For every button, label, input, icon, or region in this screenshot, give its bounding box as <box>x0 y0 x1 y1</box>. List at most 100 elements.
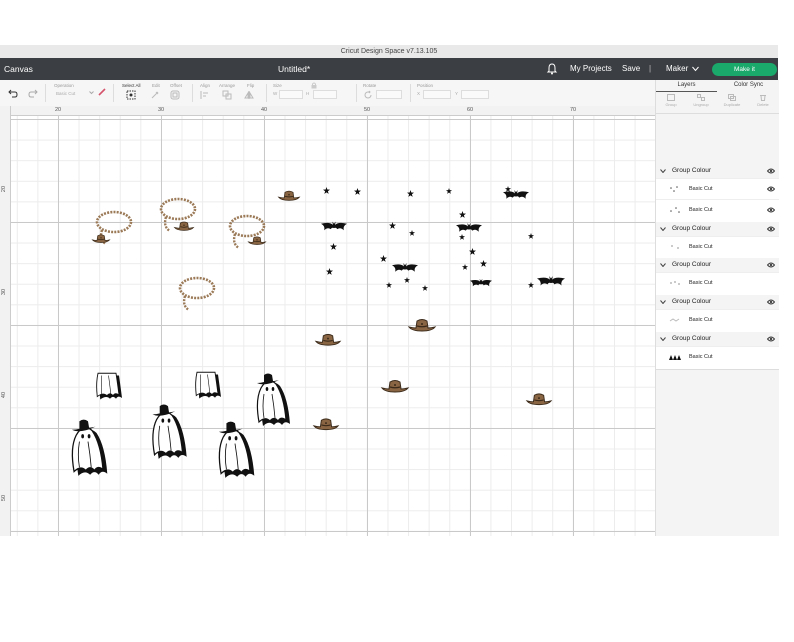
layer-group-header[interactable]: Group Colour <box>656 295 779 309</box>
save-button[interactable]: Save <box>622 58 640 80</box>
bat-image[interactable] <box>470 278 492 289</box>
layer-group-header[interactable]: Group Colour <box>656 258 779 272</box>
width-input[interactable] <box>279 90 303 99</box>
layer-row[interactable]: Basic Cut <box>656 199 779 220</box>
cowboy-hat-image[interactable] <box>314 332 342 347</box>
eye-icon[interactable] <box>767 262 775 268</box>
layer-group-header[interactable]: Group Colour <box>656 222 779 236</box>
make-it-button[interactable]: Make it <box>712 63 777 76</box>
rotate-icon[interactable] <box>363 90 373 100</box>
chevron-down-icon[interactable] <box>660 227 666 231</box>
redo-icon[interactable] <box>28 88 38 98</box>
star-image[interactable] <box>326 268 333 275</box>
flip-icon[interactable] <box>244 90 254 100</box>
star-image[interactable] <box>380 255 387 262</box>
chevron-down-icon[interactable] <box>660 263 666 267</box>
bat-image[interactable] <box>537 275 565 289</box>
layer-row[interactable]: Basic Cut <box>656 236 779 257</box>
lasso-rope-image[interactable] <box>226 212 268 252</box>
star-image[interactable] <box>354 188 361 195</box>
cowboy-hat-image[interactable] <box>525 391 553 407</box>
layer-group[interactable]: Group Colour Basic Cut <box>656 258 779 296</box>
layer-row[interactable]: Basic Cut <box>656 178 779 199</box>
cowboy-hat-image[interactable] <box>407 317 437 333</box>
tab-color-sync[interactable]: Color Sync <box>718 80 779 91</box>
ghost-with-hat-image[interactable] <box>145 403 191 461</box>
eye-icon[interactable] <box>767 226 775 232</box>
ghost-image[interactable] <box>183 370 229 400</box>
layer-group[interactable]: Group Colour Basic Cut Basic Cut <box>656 164 779 223</box>
star-image[interactable] <box>389 222 396 229</box>
ghost-image[interactable] <box>90 371 124 401</box>
ungroup-action[interactable]: Ungroup <box>686 93 716 107</box>
star-image[interactable] <box>462 264 468 270</box>
cowboy-hat-image[interactable] <box>173 220 195 232</box>
star-image[interactable] <box>404 277 410 283</box>
machine-selector[interactable]: Maker <box>666 58 688 80</box>
lasso-rope-image[interactable] <box>177 274 217 314</box>
layer-group[interactable]: Group Colour Basic Cut <box>656 332 779 370</box>
edit-icon[interactable] <box>150 90 160 100</box>
align-icon[interactable] <box>200 90 210 100</box>
rotate-input[interactable] <box>376 90 402 99</box>
bat-image[interactable] <box>503 189 529 202</box>
star-image[interactable] <box>323 187 330 194</box>
eye-icon[interactable] <box>767 186 775 192</box>
star-image[interactable] <box>528 233 534 239</box>
star-image[interactable] <box>528 282 534 288</box>
operation-select[interactable]: Basic Cut <box>56 91 75 96</box>
star-image[interactable] <box>422 285 428 291</box>
lock-icon[interactable] <box>311 82 317 89</box>
offset-icon[interactable] <box>170 90 180 100</box>
height-input[interactable] <box>313 90 337 99</box>
duplicate-action[interactable]: Duplicate <box>717 93 747 107</box>
layer-thumbnail <box>669 318 680 322</box>
layer-group-header[interactable]: Group Colour <box>656 332 779 346</box>
ghost-with-hat-image[interactable] <box>64 418 112 478</box>
layer-row[interactable]: Basic Cut <box>656 309 779 330</box>
pen-icon[interactable] <box>97 87 107 97</box>
layer-group[interactable]: Group Colour Basic Cut <box>656 222 779 259</box>
star-image[interactable] <box>386 282 392 288</box>
layer-group[interactable]: Group Colour Basic Cut <box>656 295 779 333</box>
chevron-down-icon[interactable] <box>660 300 666 304</box>
cowboy-hat-image[interactable] <box>277 189 301 202</box>
eye-icon[interactable] <box>767 336 775 342</box>
layer-group-header[interactable]: Group Colour <box>656 164 779 178</box>
star-image[interactable] <box>409 230 415 236</box>
eye-icon[interactable] <box>767 207 775 213</box>
ghost-with-hat-image[interactable] <box>211 420 259 480</box>
chevron-down-icon[interactable] <box>660 337 666 341</box>
star-image[interactable] <box>446 188 452 194</box>
layer-row[interactable]: Basic Cut <box>656 346 779 367</box>
select-all-icon[interactable] <box>126 90 136 100</box>
star-image[interactable] <box>407 190 414 197</box>
y-position-input[interactable] <box>461 90 489 99</box>
chevron-down-icon[interactable] <box>89 90 94 95</box>
star-image[interactable] <box>330 243 337 250</box>
cowboy-hat-image[interactable] <box>247 235 267 246</box>
cowboy-hat-image[interactable] <box>380 378 410 394</box>
cowboy-hat-image[interactable] <box>312 416 340 432</box>
bat-image[interactable] <box>455 222 483 235</box>
x-position-input[interactable] <box>423 90 451 99</box>
cowboy-hat-image[interactable] <box>91 233 111 244</box>
star-image[interactable] <box>469 248 476 255</box>
design-canvas[interactable] <box>11 116 655 536</box>
eye-icon[interactable] <box>767 299 775 305</box>
undo-icon[interactable] <box>8 88 18 98</box>
eye-icon[interactable] <box>767 168 775 174</box>
chevron-down-icon[interactable] <box>692 66 699 72</box>
my-projects-link[interactable]: My Projects <box>570 58 612 80</box>
bell-icon[interactable] <box>546 63 558 75</box>
star-image[interactable] <box>480 260 487 267</box>
group-action[interactable]: Group <box>656 93 686 107</box>
chevron-down-icon[interactable] <box>660 169 666 173</box>
bat-image[interactable] <box>321 220 347 234</box>
bat-image[interactable] <box>391 262 419 275</box>
document-title[interactable]: Untitled* <box>278 58 310 80</box>
arrange-icon[interactable] <box>222 90 232 100</box>
star-image[interactable] <box>459 211 466 218</box>
layer-row[interactable]: Basic Cut <box>656 272 779 293</box>
delete-action[interactable]: Delete <box>748 93 778 107</box>
